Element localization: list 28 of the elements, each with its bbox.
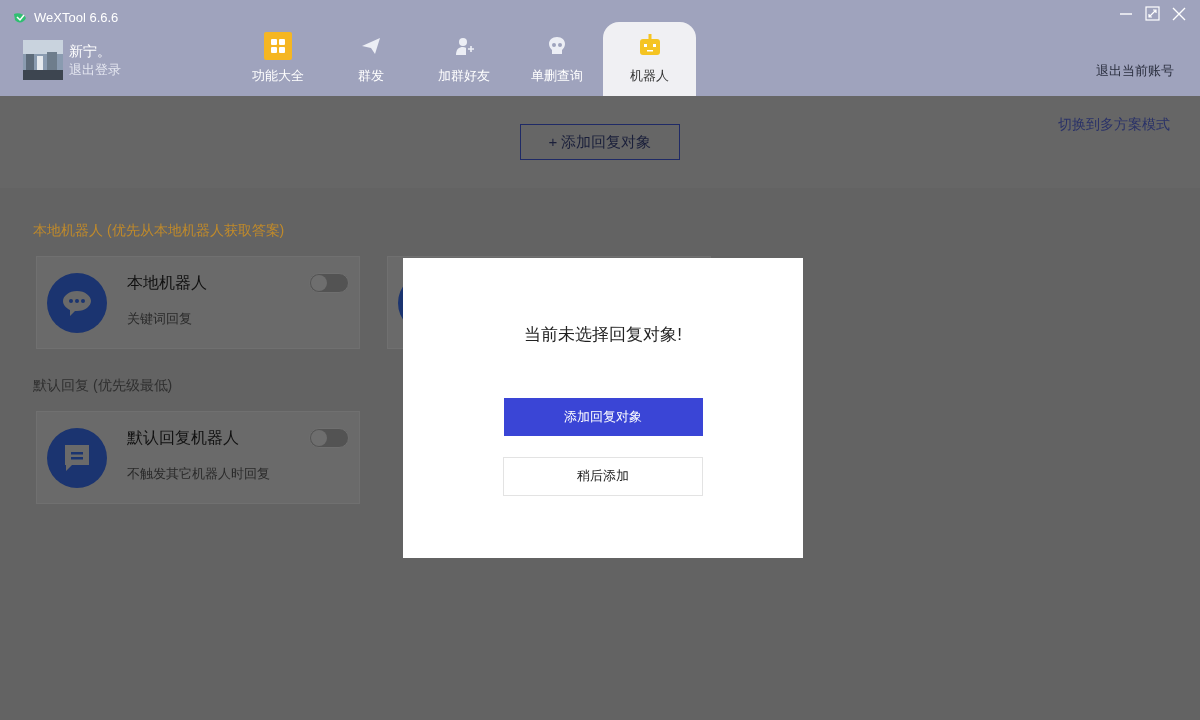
robot-card[interactable]: 默认回复机器人 不触发其它机器人时回复	[36, 411, 360, 504]
maximize-icon[interactable]	[1145, 6, 1160, 21]
toggle-switch[interactable]	[309, 273, 349, 293]
tab[interactable]: 群发	[324, 22, 417, 96]
card-subtitle: 不触发其它机器人时回复	[127, 464, 270, 483]
tab[interactable]: 加群好友	[417, 22, 510, 96]
user-name: 新宁。	[69, 42, 112, 61]
logout-link[interactable]: 退出登录	[69, 61, 121, 79]
message-icon	[62, 442, 92, 473]
add-target-button[interactable]: + 添加回复对象	[520, 124, 680, 160]
card-title: 默认回复机器人	[127, 427, 240, 448]
later-button[interactable]: 稍后添加	[503, 456, 703, 496]
toggle-switch[interactable]	[309, 428, 349, 448]
tab[interactable]: 功能大全	[231, 22, 324, 96]
switch-mode-link[interactable]: 切换到多方案模式	[1058, 114, 1170, 135]
section-title: 本地机器人 (优先从本地机器人获取答案)	[33, 221, 286, 240]
exit-account-link[interactable]: 退出当前账号	[1096, 61, 1174, 81]
robot-card[interactable]: 本地机器人 关键词回复	[36, 256, 360, 349]
card-title: 本地机器人	[127, 272, 207, 293]
tab[interactable]: 机器人	[603, 22, 696, 96]
close-icon[interactable]	[1172, 6, 1186, 21]
dialog-message: 当前未选择回复对象!	[524, 324, 682, 346]
chat-bubble-icon	[62, 288, 92, 317]
add-target-button[interactable]: 添加回复对象	[503, 397, 703, 436]
window-title: WeXTool 6.6.6	[34, 9, 119, 27]
card-subtitle: 关键词回复	[127, 309, 193, 328]
tab[interactable]: 单删查询	[510, 22, 603, 96]
grid-icon	[263, 32, 292, 60]
